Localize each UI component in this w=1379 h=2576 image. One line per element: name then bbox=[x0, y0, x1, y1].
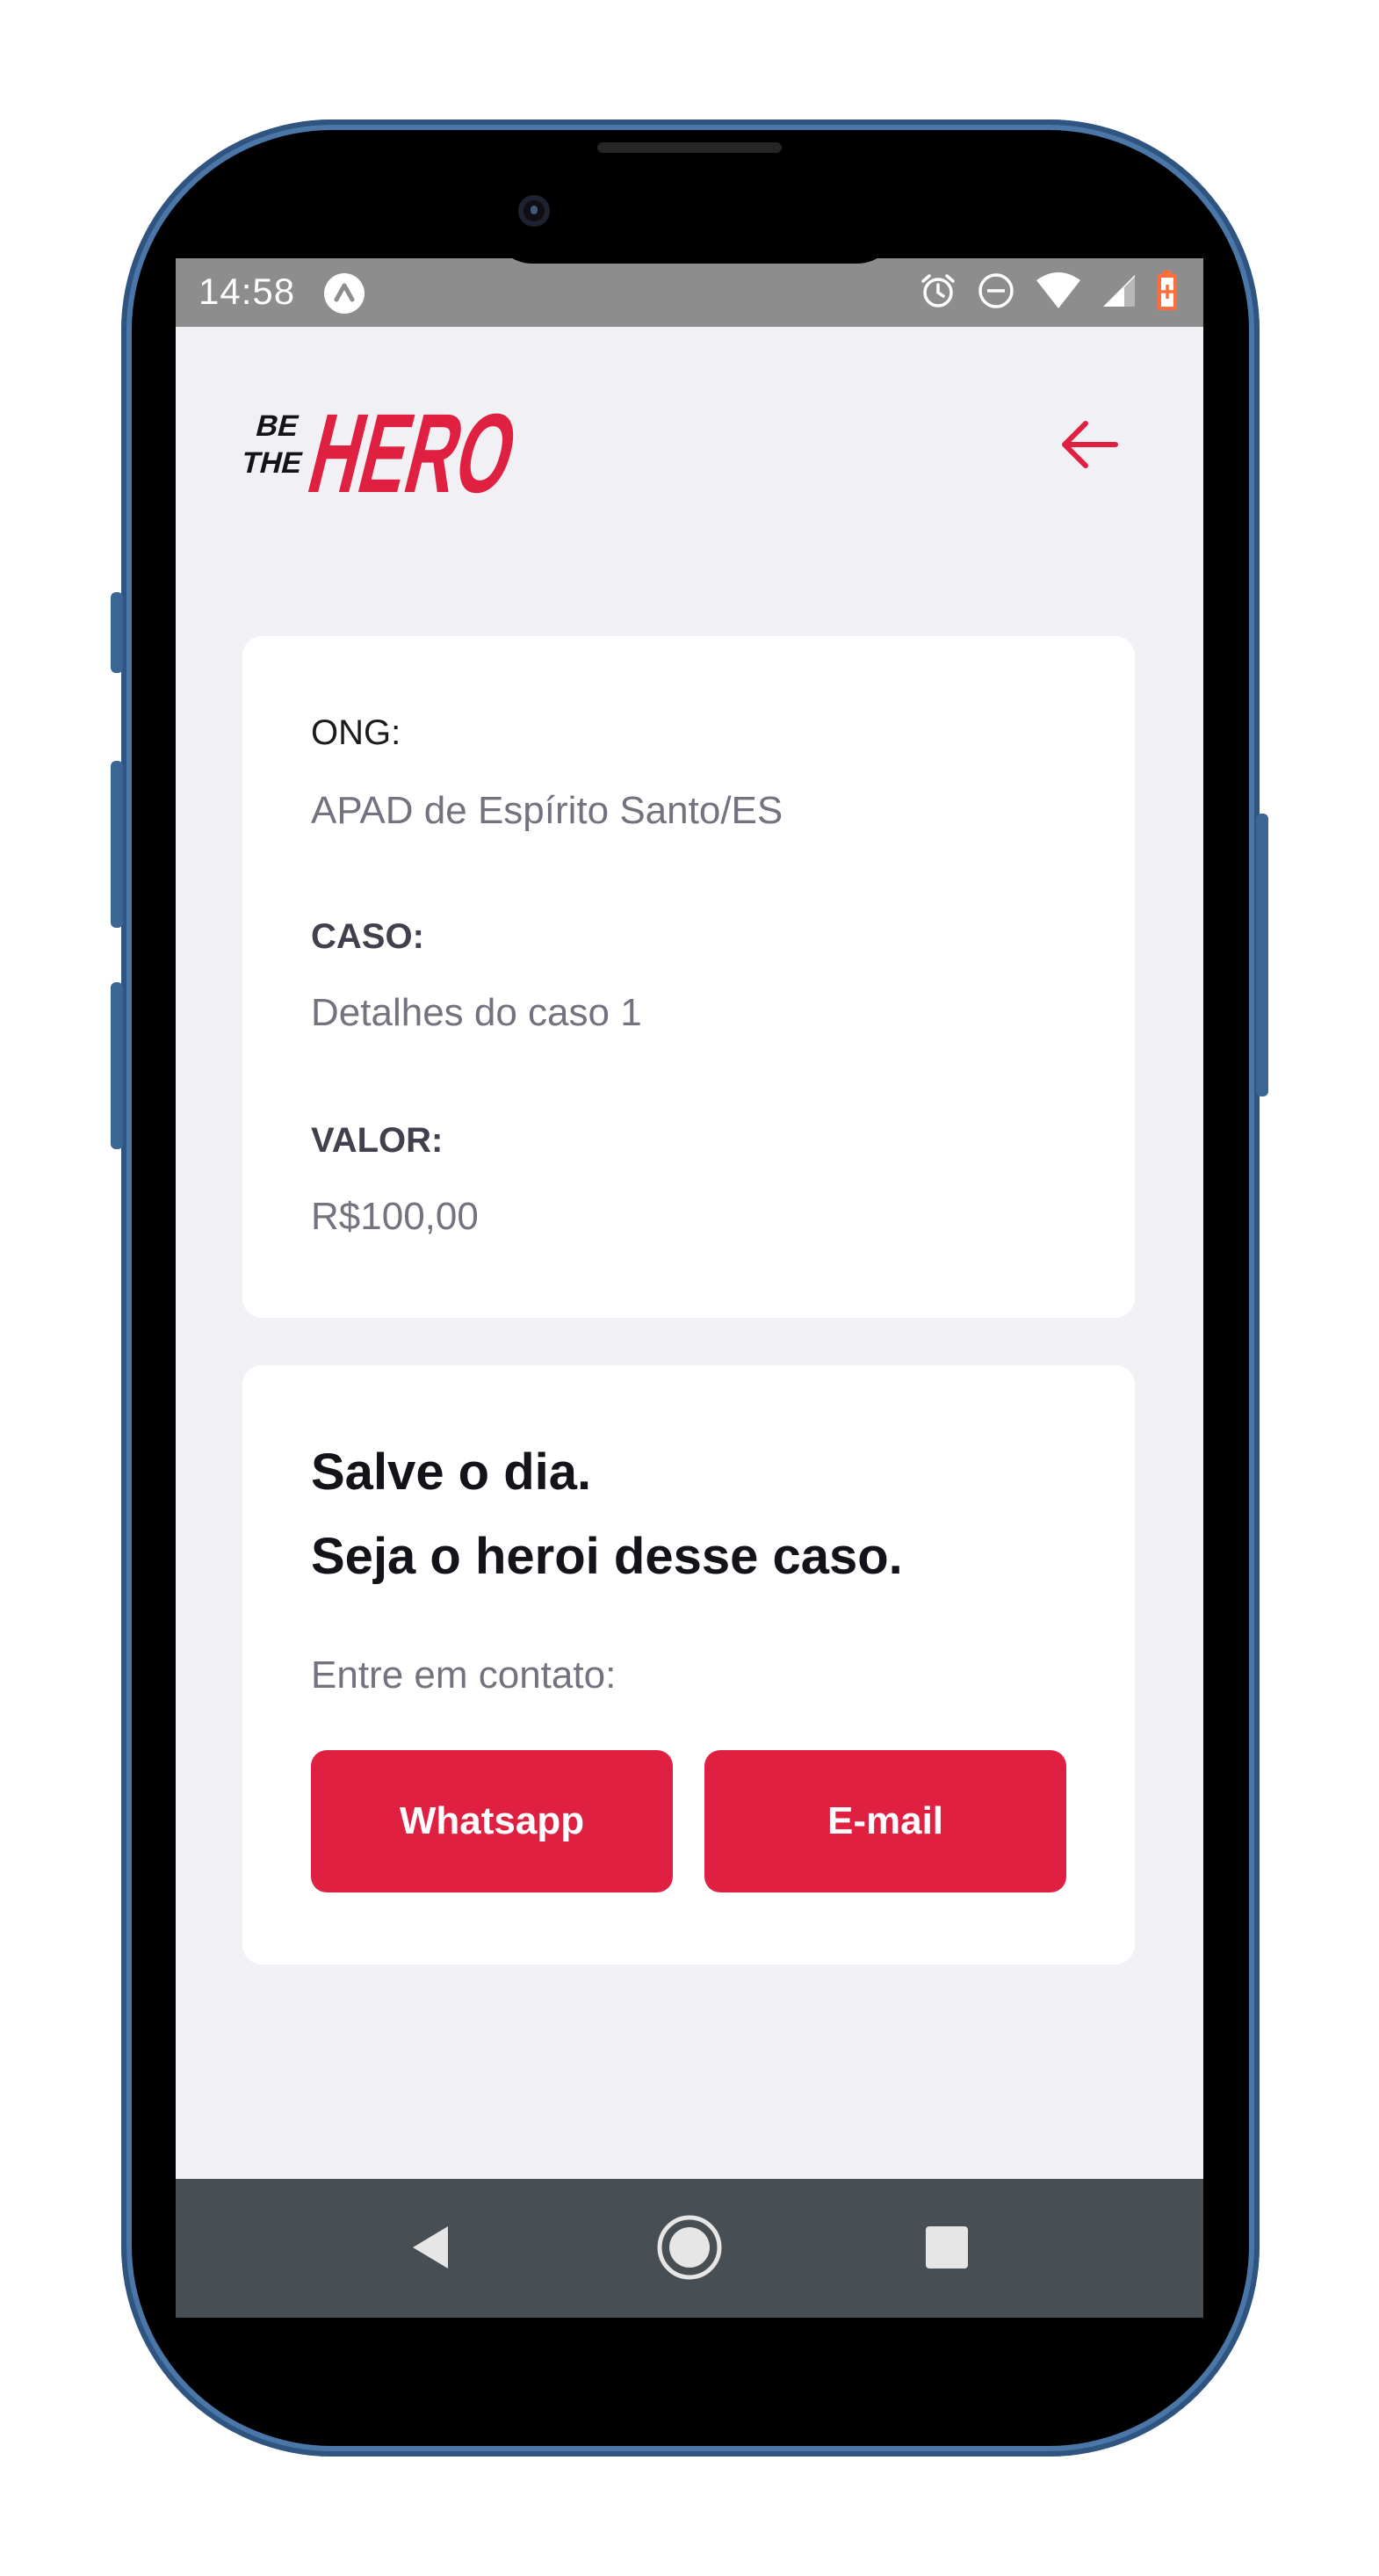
svg-text:BE: BE bbox=[253, 409, 303, 442]
status-icons bbox=[919, 270, 1179, 316]
value-value: R$100,00 bbox=[311, 1195, 479, 1238]
status-bar: 14:58 bbox=[176, 258, 1203, 327]
case-value: Detalhes do caso 1 bbox=[311, 991, 642, 1034]
system-nav-bar bbox=[176, 2179, 1203, 2318]
status-time: 14:58 bbox=[199, 271, 296, 312]
svg-text:THE: THE bbox=[242, 446, 306, 479]
display-notch bbox=[492, 258, 898, 264]
value-label: VALOR: bbox=[311, 1121, 444, 1160]
incident-detail-page: BE THE HERO ONG: APAD de Espírito Santo/… bbox=[176, 327, 1203, 2179]
incident-card: ONG: APAD de Espírito Santo/ES CASO: Det… bbox=[242, 636, 1135, 1318]
case-label: CASO: bbox=[311, 917, 424, 956]
triangle-back-icon[interactable] bbox=[397, 2212, 467, 2283]
phone-screen: 14:58 BE THE HERO ONG: APAD de Espírito … bbox=[176, 258, 1203, 2318]
svg-text:HERO: HERO bbox=[298, 390, 515, 499]
front-camera bbox=[518, 195, 550, 227]
signal-icon bbox=[1101, 271, 1137, 315]
contact-title-line2: Seja o heroi desse caso. bbox=[311, 1528, 903, 1585]
power-button bbox=[1256, 814, 1268, 1096]
contact-title-line1: Salve o dia. bbox=[311, 1444, 592, 1501]
a-launcher-icon bbox=[324, 273, 365, 314]
square-recents-icon[interactable] bbox=[912, 2212, 982, 2283]
be-the-hero-logo: BE THE HERO bbox=[242, 390, 515, 499]
email-button[interactable]: E-mail bbox=[704, 1750, 1066, 1892]
ong-label: ONG: bbox=[311, 713, 401, 752]
contact-card: Salve o dia. Seja o heroi desse caso. En… bbox=[242, 1365, 1135, 1965]
wifi-icon bbox=[1035, 271, 1082, 315]
circle-home-icon[interactable] bbox=[654, 2212, 725, 2283]
battery-icon bbox=[1156, 270, 1179, 316]
do-not-disturb-icon bbox=[977, 271, 1015, 315]
volume-up-button bbox=[111, 592, 123, 673]
side-button bbox=[111, 982, 123, 1149]
earpiece-speaker bbox=[597, 142, 782, 153]
contact-description: Entre em contato: bbox=[311, 1653, 617, 1697]
alarm-icon bbox=[919, 271, 957, 315]
whatsapp-button[interactable]: Whatsapp bbox=[311, 1750, 673, 1892]
ong-value: APAD de Espírito Santo/ES bbox=[311, 789, 783, 832]
volume-down-button bbox=[111, 761, 123, 928]
arrow-left-icon[interactable] bbox=[1054, 409, 1124, 480]
